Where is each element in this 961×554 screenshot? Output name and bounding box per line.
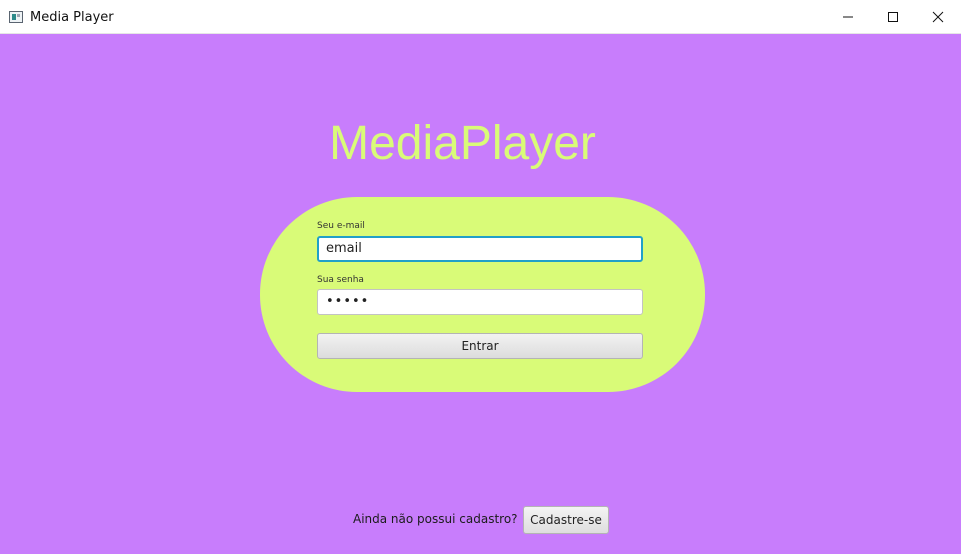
email-label: Seu e-mail (317, 221, 365, 231)
password-field[interactable]: ••••• (317, 289, 643, 315)
media-player-window: Media Player MediaPlayer Seu e-mail emai… (0, 0, 961, 554)
email-field[interactable]: email (317, 236, 643, 262)
login-card: Seu e-mail email Sua senha ••••• Entrar (260, 197, 705, 392)
maximize-button[interactable] (870, 0, 916, 34)
signup-button[interactable]: Cadastre-se (523, 506, 609, 534)
close-button[interactable] (915, 0, 961, 34)
window-title: Media Player (30, 10, 114, 25)
password-label: Sua senha (317, 275, 364, 285)
maximize-icon (888, 12, 898, 22)
minimize-button[interactable] (825, 0, 871, 34)
app-title: MediaPlayer (329, 117, 596, 170)
title-bar: Media Player (0, 0, 961, 34)
minimize-icon (843, 16, 853, 18)
signup-prompt: Ainda não possui cadastro? (353, 512, 518, 526)
close-icon (932, 11, 944, 23)
enter-button[interactable]: Entrar (317, 333, 643, 359)
app-window-icon (9, 11, 23, 23)
